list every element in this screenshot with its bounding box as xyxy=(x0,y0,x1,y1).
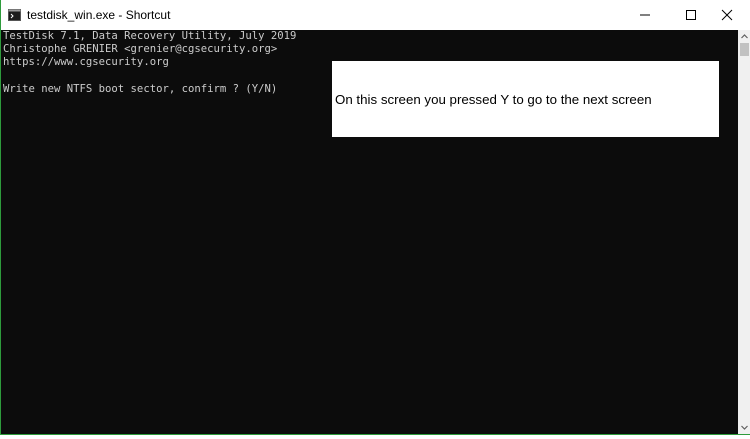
scroll-up-button[interactable] xyxy=(738,30,750,43)
window-title: testdisk_win.exe - Shortcut xyxy=(27,8,171,22)
console-output[interactable]: TestDisk 7.1, Data Recovery Utility, Jul… xyxy=(1,30,738,434)
console-line-website: https://www.cgsecurity.org xyxy=(3,56,169,68)
maximize-icon xyxy=(686,10,696,20)
annotation-callout: On this screen you pressed Y to go to th… xyxy=(332,61,719,137)
scroll-down-button[interactable] xyxy=(738,421,750,434)
console-line-confirm-prompt: Write new NTFS boot sector, confirm ? (Y… xyxy=(3,83,278,95)
console-window: testdisk_win.exe - Shortcut TestDisk 7.1… xyxy=(0,0,750,435)
scroll-thumb[interactable] xyxy=(740,43,749,56)
annotation-text: On this screen you pressed Y to go to th… xyxy=(335,92,652,107)
title-bar[interactable]: testdisk_win.exe - Shortcut xyxy=(1,0,750,30)
console-app-icon xyxy=(8,8,21,21)
close-button[interactable] xyxy=(704,0,750,30)
console-line-app-version: TestDisk 7.1, Data Recovery Utility, Jul… xyxy=(3,30,297,42)
close-icon xyxy=(721,9,733,21)
scroll-up-arrow-icon xyxy=(741,34,748,39)
console-line-author: Christophe GRENIER <grenier@cgsecurity.o… xyxy=(3,43,278,55)
minimize-icon xyxy=(640,14,650,16)
minimize-button[interactable] xyxy=(622,0,668,30)
scroll-down-arrow-icon xyxy=(741,425,748,430)
vertical-scrollbar[interactable] xyxy=(738,30,750,434)
